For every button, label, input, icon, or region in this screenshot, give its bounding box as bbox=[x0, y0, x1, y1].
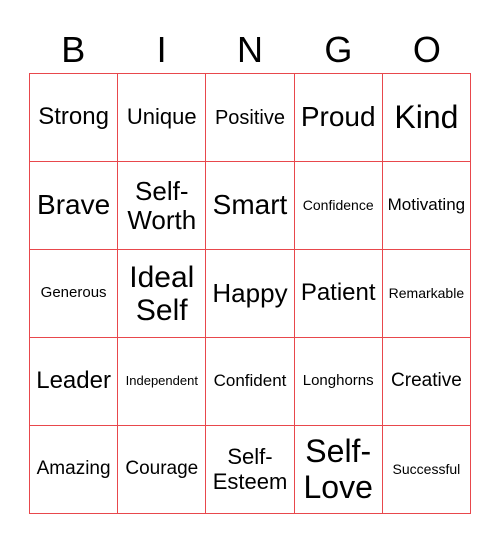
bingo-cell[interactable]: Positive bbox=[206, 74, 295, 162]
bingo-cell[interactable]: Successful bbox=[382, 426, 471, 514]
bingo-cell[interactable]: Self- Esteem bbox=[206, 426, 295, 514]
bingo-cell[interactable]: Amazing bbox=[30, 426, 119, 514]
header-letter-o: O bbox=[412, 29, 441, 70]
bingo-cell[interactable]: Kind bbox=[382, 74, 471, 162]
bingo-cell[interactable]: Patient bbox=[294, 250, 383, 338]
bingo-cell[interactable]: Leader bbox=[30, 338, 119, 426]
bingo-cell[interactable]: Motivating bbox=[382, 162, 471, 250]
bingo-cell[interactable]: Confident bbox=[206, 338, 295, 426]
header-letter-b: B bbox=[61, 29, 86, 70]
bingo-grid: Strong Unique Positive Proud Kind Brave … bbox=[29, 73, 471, 514]
bingo-header: B I N G O bbox=[29, 28, 471, 72]
bingo-cell[interactable]: Longhorns bbox=[294, 338, 383, 426]
bingo-cell[interactable]: Happy bbox=[206, 250, 295, 338]
bingo-cell[interactable]: Unique bbox=[118, 74, 207, 162]
bingo-cell[interactable]: Confidence bbox=[294, 162, 383, 250]
bingo-cell[interactable]: Remarkable bbox=[382, 250, 471, 338]
header-letter-i: I bbox=[156, 29, 167, 70]
bingo-cell[interactable]: Independent bbox=[118, 338, 207, 426]
header-letter-n: N bbox=[237, 29, 264, 70]
bingo-cell[interactable]: Brave bbox=[30, 162, 119, 250]
bingo-cell[interactable]: Generous bbox=[30, 250, 119, 338]
bingo-cell[interactable]: Self- Worth bbox=[118, 162, 207, 250]
header-letter-g: G bbox=[324, 29, 353, 70]
bingo-cell[interactable]: Ideal Self bbox=[118, 250, 207, 338]
bingo-cell[interactable]: Strong bbox=[30, 74, 119, 162]
bingo-cell[interactable]: Smart bbox=[206, 162, 295, 250]
bingo-cell[interactable]: Proud bbox=[294, 74, 383, 162]
bingo-cell[interactable]: Courage bbox=[118, 426, 207, 514]
bingo-cell[interactable]: Creative bbox=[382, 338, 471, 426]
bingo-cell[interactable]: Self- Love bbox=[294, 426, 383, 514]
